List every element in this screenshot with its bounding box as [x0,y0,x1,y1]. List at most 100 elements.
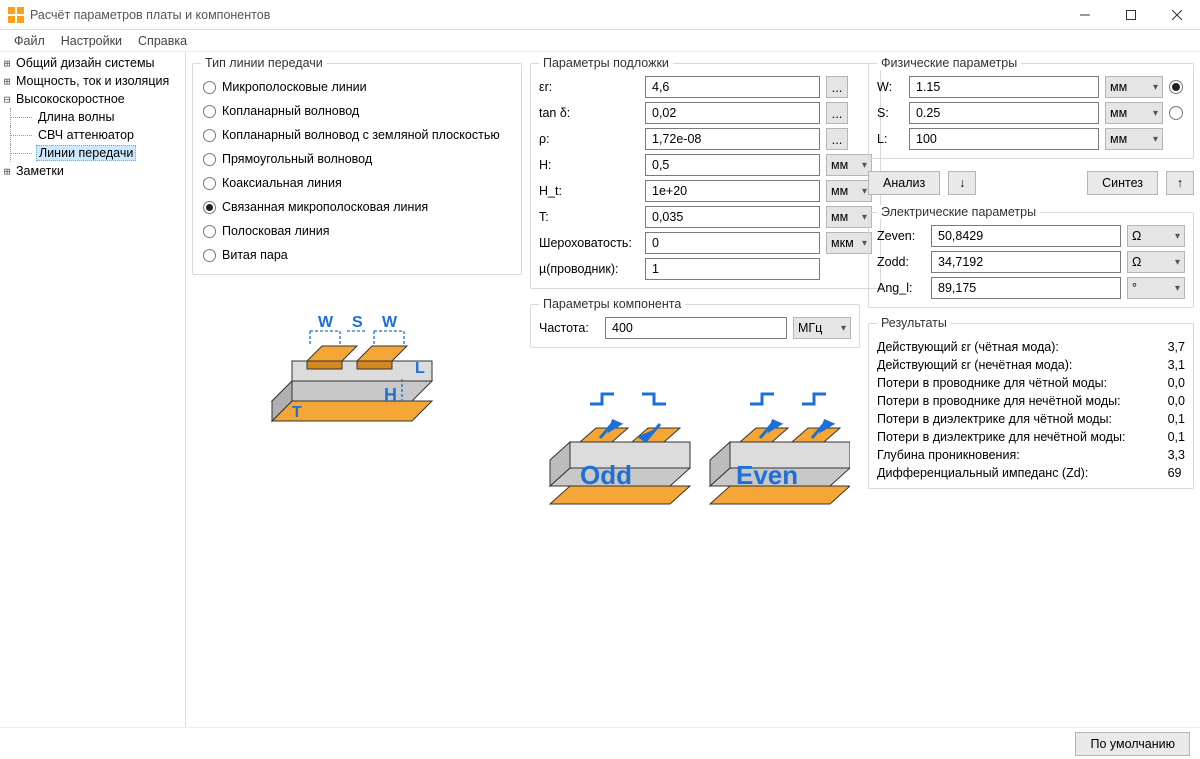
ht-input[interactable] [645,180,820,202]
svg-text:W: W [318,314,334,331]
tand-input[interactable] [645,102,820,124]
label: H: [539,158,639,172]
analyze-button[interactable]: Анализ [868,171,940,195]
t-input[interactable] [645,206,820,228]
tree-item[interactable]: ⊟Высокоскоростное [0,90,185,108]
radio-coupled-ms[interactable]: Связанная микрополосковая линия [203,200,511,214]
tree-item[interactable]: СВЧ аттенюатор [0,126,185,144]
result-value: 3,7 [1168,340,1185,354]
er-input[interactable] [645,76,820,98]
minimize-button[interactable] [1062,0,1108,29]
s-unit[interactable]: мм▾ [1105,102,1163,124]
rough-input[interactable] [645,232,820,254]
zeven-unit[interactable]: Ω▾ [1127,225,1185,247]
result-label: Глубина проникновения: [877,448,1162,462]
label: εr: [539,80,639,94]
group-title: Электрические параметры [877,205,1040,219]
menu-help[interactable]: Справка [130,32,195,50]
bottom-bar: По умолчанию [0,727,1200,759]
h-unit[interactable]: мм▾ [826,154,872,176]
s-input[interactable] [909,102,1099,124]
lock-s[interactable] [1169,106,1183,120]
w-input[interactable] [909,76,1099,98]
label: Ang_l: [877,281,925,295]
zodd-input[interactable] [931,251,1121,273]
nav-tree[interactable]: ⊞Общий дизайн системы ⊞Мощность, ток и и… [0,52,186,727]
tree-item[interactable]: Линии передачи [0,144,185,162]
radio-microstrip[interactable]: Микрополосковые линии [203,80,511,94]
label: S: [877,106,903,120]
result-value: 0,0 [1168,394,1185,408]
maximize-button[interactable] [1108,0,1154,29]
radio-stripline[interactable]: Полосковая линия [203,224,511,238]
tree-item[interactable]: Длина волны [0,108,185,126]
freq-unit[interactable]: МГц▾ [793,317,851,339]
angl-input[interactable] [931,277,1121,299]
arrow-down-button[interactable]: ↓ [948,171,976,195]
lock-w[interactable] [1169,80,1183,94]
result-label: Потери в проводнике для чётной моды: [877,376,1162,390]
pick-rho[interactable]: ... [826,128,848,150]
rho-input[interactable] [645,128,820,150]
angl-unit[interactable]: °▾ [1127,277,1185,299]
tree-item[interactable]: ⊞Мощность, ток и изоляция [0,72,185,90]
group-substrate: Параметры подложки εr: ... tan δ: ... ρ:… [530,56,881,289]
t-unit[interactable]: мм▾ [826,206,872,228]
l-input[interactable] [909,128,1099,150]
h-input[interactable] [645,154,820,176]
group-physical: Физические параметры W: мм▾ S: мм▾ L: мм… [868,56,1194,159]
result-value: 3,3 [1168,448,1185,462]
result-label: Действующий εr (нечётная мода): [877,358,1162,372]
svg-text:S: S [352,314,363,331]
zodd-unit[interactable]: Ω▾ [1127,251,1185,273]
result-value: 3,1 [1168,358,1185,372]
svg-text:H: H [384,385,397,405]
label: µ(проводник): [539,262,639,276]
mode-diagram: Odd [530,356,860,534]
label: Zeven: [877,229,925,243]
close-button[interactable] [1154,0,1200,29]
rough-unit[interactable]: мкм▾ [826,232,872,254]
tree-item[interactable]: ⊞Заметки [0,162,185,180]
label: W: [877,80,903,94]
label: Zodd: [877,255,925,269]
group-component: Параметры компонента Частота: МГц▾ [530,297,860,348]
radio-cpw-gnd[interactable]: Копланарный волновод с земляной плоскост… [203,128,511,142]
tree-item[interactable]: ⊞Общий дизайн системы [0,54,185,72]
result-label: Потери в диэлектрике для нечётной моды: [877,430,1162,444]
defaults-button[interactable]: По умолчанию [1075,732,1190,756]
result-label: Потери в проводнике для нечётной моды: [877,394,1162,408]
result-label: Дифференциальный импеданс (Zd): [877,466,1162,480]
titlebar: Расчёт параметров платы и компонентов [0,0,1200,30]
ht-unit[interactable]: мм▾ [826,180,872,202]
w-unit[interactable]: мм▾ [1105,76,1163,98]
mu-input[interactable] [645,258,820,280]
result-label: Потери в диэлектрике для чётной моды: [877,412,1162,426]
radio-rectwg[interactable]: Прямоугольный волновод [203,152,511,166]
menu-settings[interactable]: Настройки [53,32,130,50]
window-title: Расчёт параметров платы и компонентов [30,8,1062,22]
menubar: Файл Настройки Справка [0,30,1200,52]
label: tan δ: [539,106,639,120]
group-line-type: Тип линии передачи Микрополосковые линии… [192,56,522,275]
radio-cpw[interactable]: Копланарный волновод [203,104,511,118]
label: Частота: [539,321,599,335]
cross-section-diagram: W S W L T H [192,283,522,441]
pick-er[interactable]: ... [826,76,848,98]
menu-file[interactable]: Файл [6,32,53,50]
svg-text:L: L [415,360,425,377]
pick-tand[interactable]: ... [826,102,848,124]
zeven-input[interactable] [931,225,1121,247]
group-title: Результаты [877,316,951,330]
freq-input[interactable] [605,317,787,339]
arrow-up-button[interactable]: ↑ [1166,171,1194,195]
svg-text:Odd: Odd [580,460,632,490]
result-value: 0,1 [1168,430,1185,444]
radio-coax[interactable]: Коаксиальная линия [203,176,511,190]
radio-twisted[interactable]: Витая пара [203,248,511,262]
l-unit[interactable]: мм▾ [1105,128,1163,150]
group-results: Результаты Действующий εr (чётная мода):… [868,316,1194,489]
label: ρ: [539,132,639,146]
synth-button[interactable]: Синтез [1087,171,1158,195]
result-value: 69 [1168,466,1185,480]
